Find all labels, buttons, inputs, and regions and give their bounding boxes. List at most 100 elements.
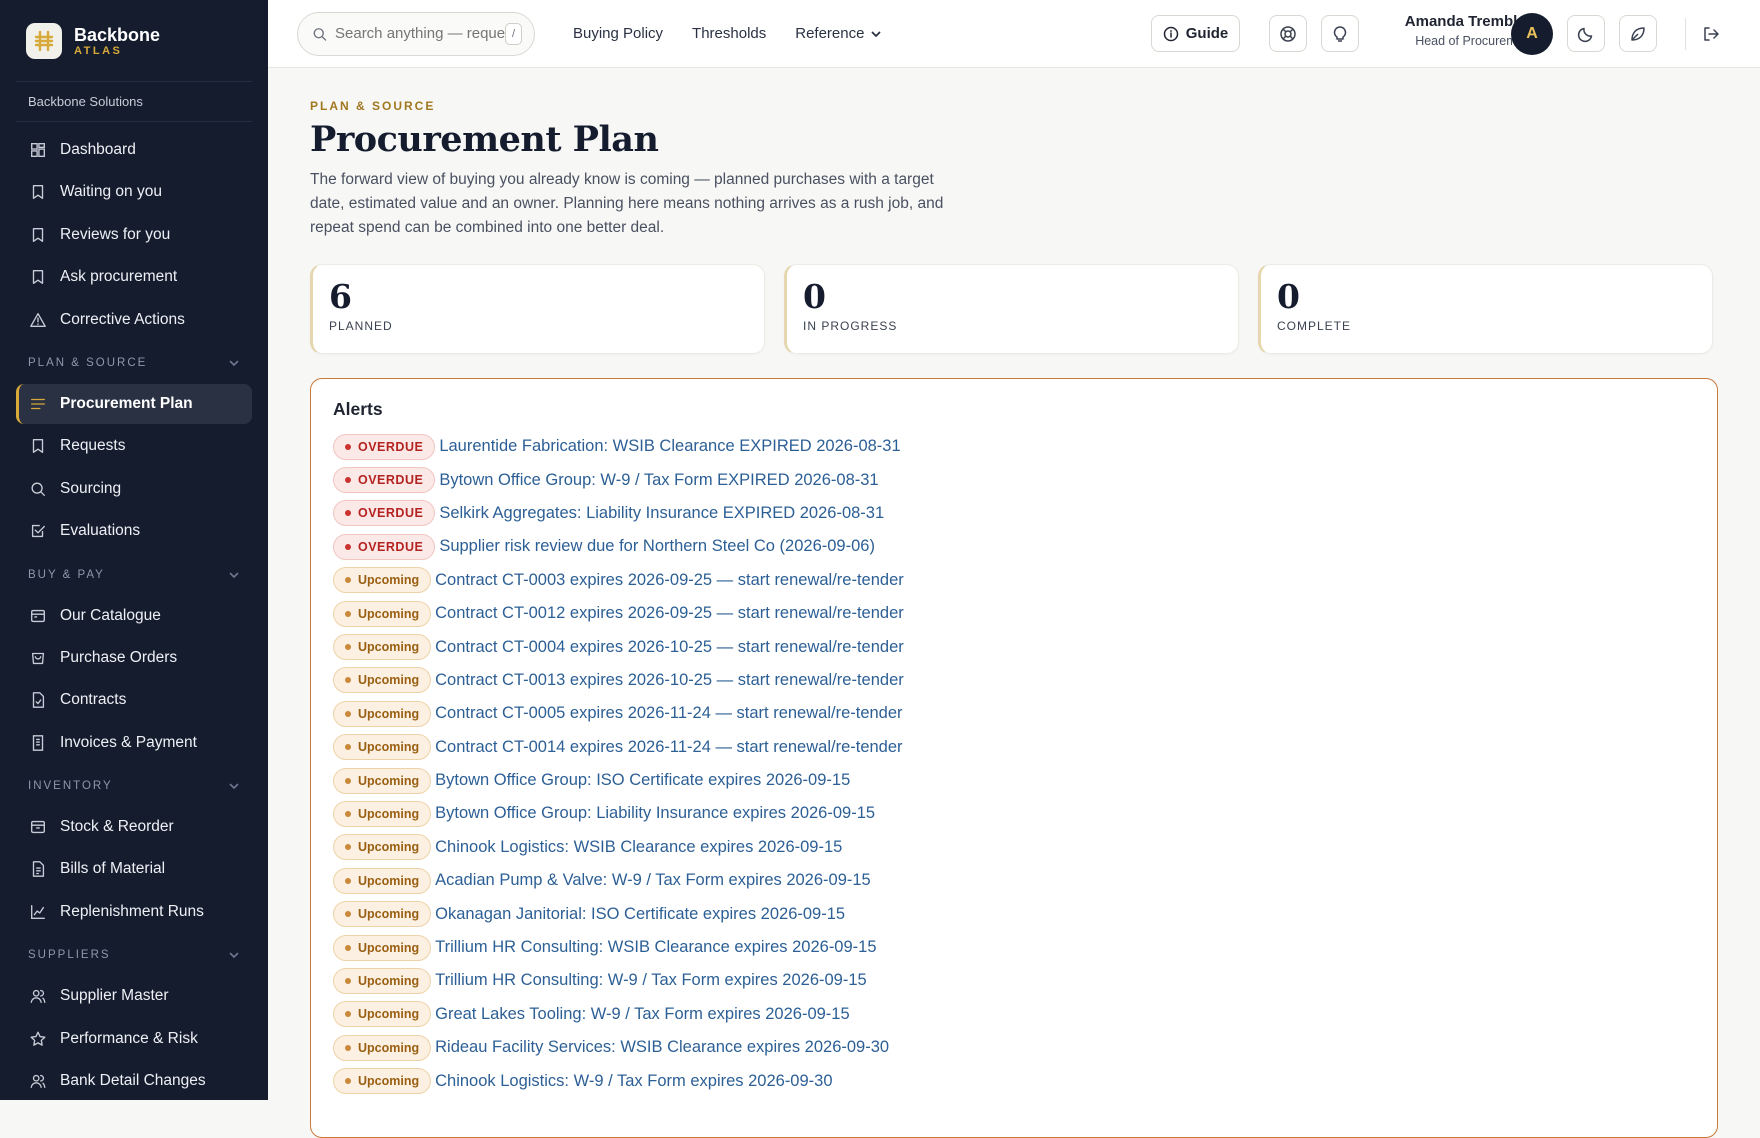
sidebar-item-invoices-payment[interactable]: Invoices & Payment [16,723,252,763]
sidebar-item-purchase-orders[interactable]: Purchase Orders [16,638,252,678]
sidebar-item-evaluations[interactable]: Evaluations [16,511,252,551]
overdue-badge: OVERDUE [333,433,436,460]
alert-link[interactable]: Selkirk Aggregates: Liability Insurance … [439,504,884,523]
brand[interactable]: Backbone ATLAS [16,0,252,82]
sidebar-item-waiting-on-you[interactable]: Waiting on you [16,172,252,212]
sidebar-item-corrective-actions[interactable]: Corrective Actions [16,300,252,340]
alert-link[interactable]: Contract CT-0004 expires 2026-10-25 — st… [435,638,904,657]
tips-button[interactable] [1321,15,1359,52]
alert-link[interactable]: Acadian Pump & Valve: W-9 / Tax Form exp… [435,871,871,890]
sidebar-item-dashboard[interactable]: Dashboard [16,130,252,170]
alert-link[interactable]: Laurentide Fabrication: WSIB Clearance E… [439,437,900,456]
sidebar-item-bills-of-material[interactable]: Bills of Material [16,849,252,889]
alert-row: Upcoming Rideau Facility Services: WSIB C… [333,1031,1695,1064]
sidebar-section-header[interactable]: PLAN & SOURCE [16,342,252,384]
alert-link[interactable]: Great Lakes Tooling: W-9 / Tax Form expi… [435,1005,850,1024]
sidebar-item-bank-detail-changes[interactable]: Bank Detail Changes [16,1061,252,1100]
alert-link[interactable]: Contract CT-0003 expires 2026-09-25 — st… [435,571,904,590]
support-button[interactable] [1269,15,1307,52]
sidebar-item-label: Dashboard [60,141,136,158]
brand-subtitle: ATLAS [74,44,123,57]
sidebar-item-our-catalogue[interactable]: Our Catalogue [16,596,252,636]
sidebar-item-label: Replenishment Runs [60,902,204,920]
info-icon [1163,26,1178,41]
badge-label: Upcoming [358,573,420,588]
sidebar-item-contracts[interactable]: Contracts [16,680,252,720]
nav-buying-policy[interactable]: Buying Policy [573,25,663,42]
alert-link[interactable]: Okanagan Janitorial: ISO Certificate exp… [435,905,845,924]
sidebar-section-header[interactable]: INVENTORY [16,765,252,807]
upcoming-badge: Upcoming [333,901,432,928]
upcoming-badge: Upcoming [333,800,432,827]
badge-label: Upcoming [358,1007,420,1022]
sidebar-section-title: PLAN & SOURCE [28,356,148,369]
alert-link[interactable]: Contract CT-0012 expires 2026-09-25 — st… [435,604,904,623]
topbar: / Buying Policy Thresholds Reference Gui… [268,0,1760,68]
upcoming-badge: Upcoming [333,634,432,661]
alert-link[interactable]: Bytown Office Group: Liability Insurance… [435,804,875,823]
alert-link[interactable]: Contract CT-0013 expires 2026-10-25 — st… [435,671,904,690]
alert-link[interactable]: Bytown Office Group: W-9 / Tax Form EXPI… [439,471,878,490]
alert-row: Upcoming Contract CT-0013 expires 2026-10… [333,664,1695,697]
badge-label: Upcoming [358,640,420,655]
alert-link[interactable]: Contract CT-0005 expires 2026-11-24 — st… [435,704,902,723]
nav-thresholds[interactable]: Thresholds [692,25,766,42]
alert-row: Upcoming Okanagan Janitorial: ISO Certifi… [333,897,1695,930]
upcoming-badge: Upcoming [333,600,432,627]
sidebar-section-header[interactable]: BUY & PAY [16,554,252,596]
search-box[interactable]: / [297,11,535,56]
badge-label: Upcoming [358,673,420,688]
avatar[interactable]: A [1511,13,1553,55]
alert-link[interactable]: Trillium HR Consulting: WSIB Clearance e… [435,938,876,957]
badge-label: Upcoming [358,907,420,922]
alert-link[interactable]: Rideau Facility Services: WSIB Clearance… [435,1038,889,1057]
theme-button[interactable] [1619,15,1657,52]
search-icon [28,479,48,499]
sidebar-item-label: Bank Detail Changes [60,1072,206,1090]
receipt-icon [28,733,48,753]
alert-row: OVERDUE Selkirk Aggregates: Liability Ins… [333,497,1695,530]
alert-link[interactable]: Contract CT-0014 expires 2026-11-24 — st… [435,738,902,757]
sidebar-item-stock-reorder[interactable]: Stock & Reorder [16,807,252,847]
alert-link[interactable]: Bytown Office Group: ISO Certificate exp… [435,771,850,790]
topbar-divider [1685,18,1686,50]
cart-icon [28,648,48,668]
alert-row: Upcoming Chinook Logistics: W-9 / Tax For… [333,1064,1695,1097]
sidebar-item-supplier-master[interactable]: Supplier Master [16,976,252,1016]
logout-icon [1704,26,1719,41]
trend-icon [28,902,48,922]
sidebar-item-reviews-for-you[interactable]: Reviews for you [16,215,252,255]
stats-row: 6 PLANNED 0 IN PROGRESS 0 COMPLETE [310,264,1718,354]
upcoming-badge: Upcoming [333,1034,432,1061]
search-input[interactable] [335,25,505,42]
sidebar-item-ask-procurement[interactable]: Ask procurement [16,257,252,297]
alert-link[interactable]: Trillium HR Consulting: W-9 / Tax Form e… [435,971,867,990]
sidebar: Backbone ATLAS Backbone Solutions Dashbo… [0,0,268,1100]
badge-label: Upcoming [358,840,420,855]
badge-label: OVERDUE [358,539,424,554]
box-icon [28,817,48,837]
sidebar-item-requests[interactable]: Requests [16,426,252,466]
alert-row: Upcoming Bytown Office Group: Liability I… [333,797,1695,830]
user-info[interactable]: Amanda Tremblay Head of Procurement [1374,13,1534,48]
users-icon [28,986,48,1006]
status-dot-icon [345,577,351,584]
sidebar-item-replenishment-runs[interactable]: Replenishment Runs [16,892,252,932]
nav-reference[interactable]: Reference [795,25,882,42]
alert-link[interactable]: Chinook Logistics: W-9 / Tax Form expire… [435,1072,832,1091]
status-dot-icon [345,644,351,651]
dark-mode-button[interactable] [1567,15,1605,52]
guide-button[interactable]: Guide [1151,15,1240,52]
sidebar-item-performance-risk[interactable]: Performance & Risk [16,1019,252,1059]
logout-button[interactable] [1692,15,1730,52]
upcoming-badge: Upcoming [333,1001,432,1028]
alert-link[interactable]: Supplier risk review due for Northern St… [439,537,875,556]
nav-reference-label: Reference [795,25,865,42]
sidebar-item-sourcing[interactable]: Sourcing [16,469,252,509]
status-dot-icon [345,443,351,450]
alert-link[interactable]: Chinook Logistics: WSIB Clearance expire… [435,838,842,857]
sidebar-item-procurement-plan[interactable]: Procurement Plan [16,383,252,424]
sidebar-section-header[interactable]: SUPPLIERS [16,934,252,976]
document-icon [28,859,48,879]
page-description: The forward view of buying you already k… [310,171,944,236]
